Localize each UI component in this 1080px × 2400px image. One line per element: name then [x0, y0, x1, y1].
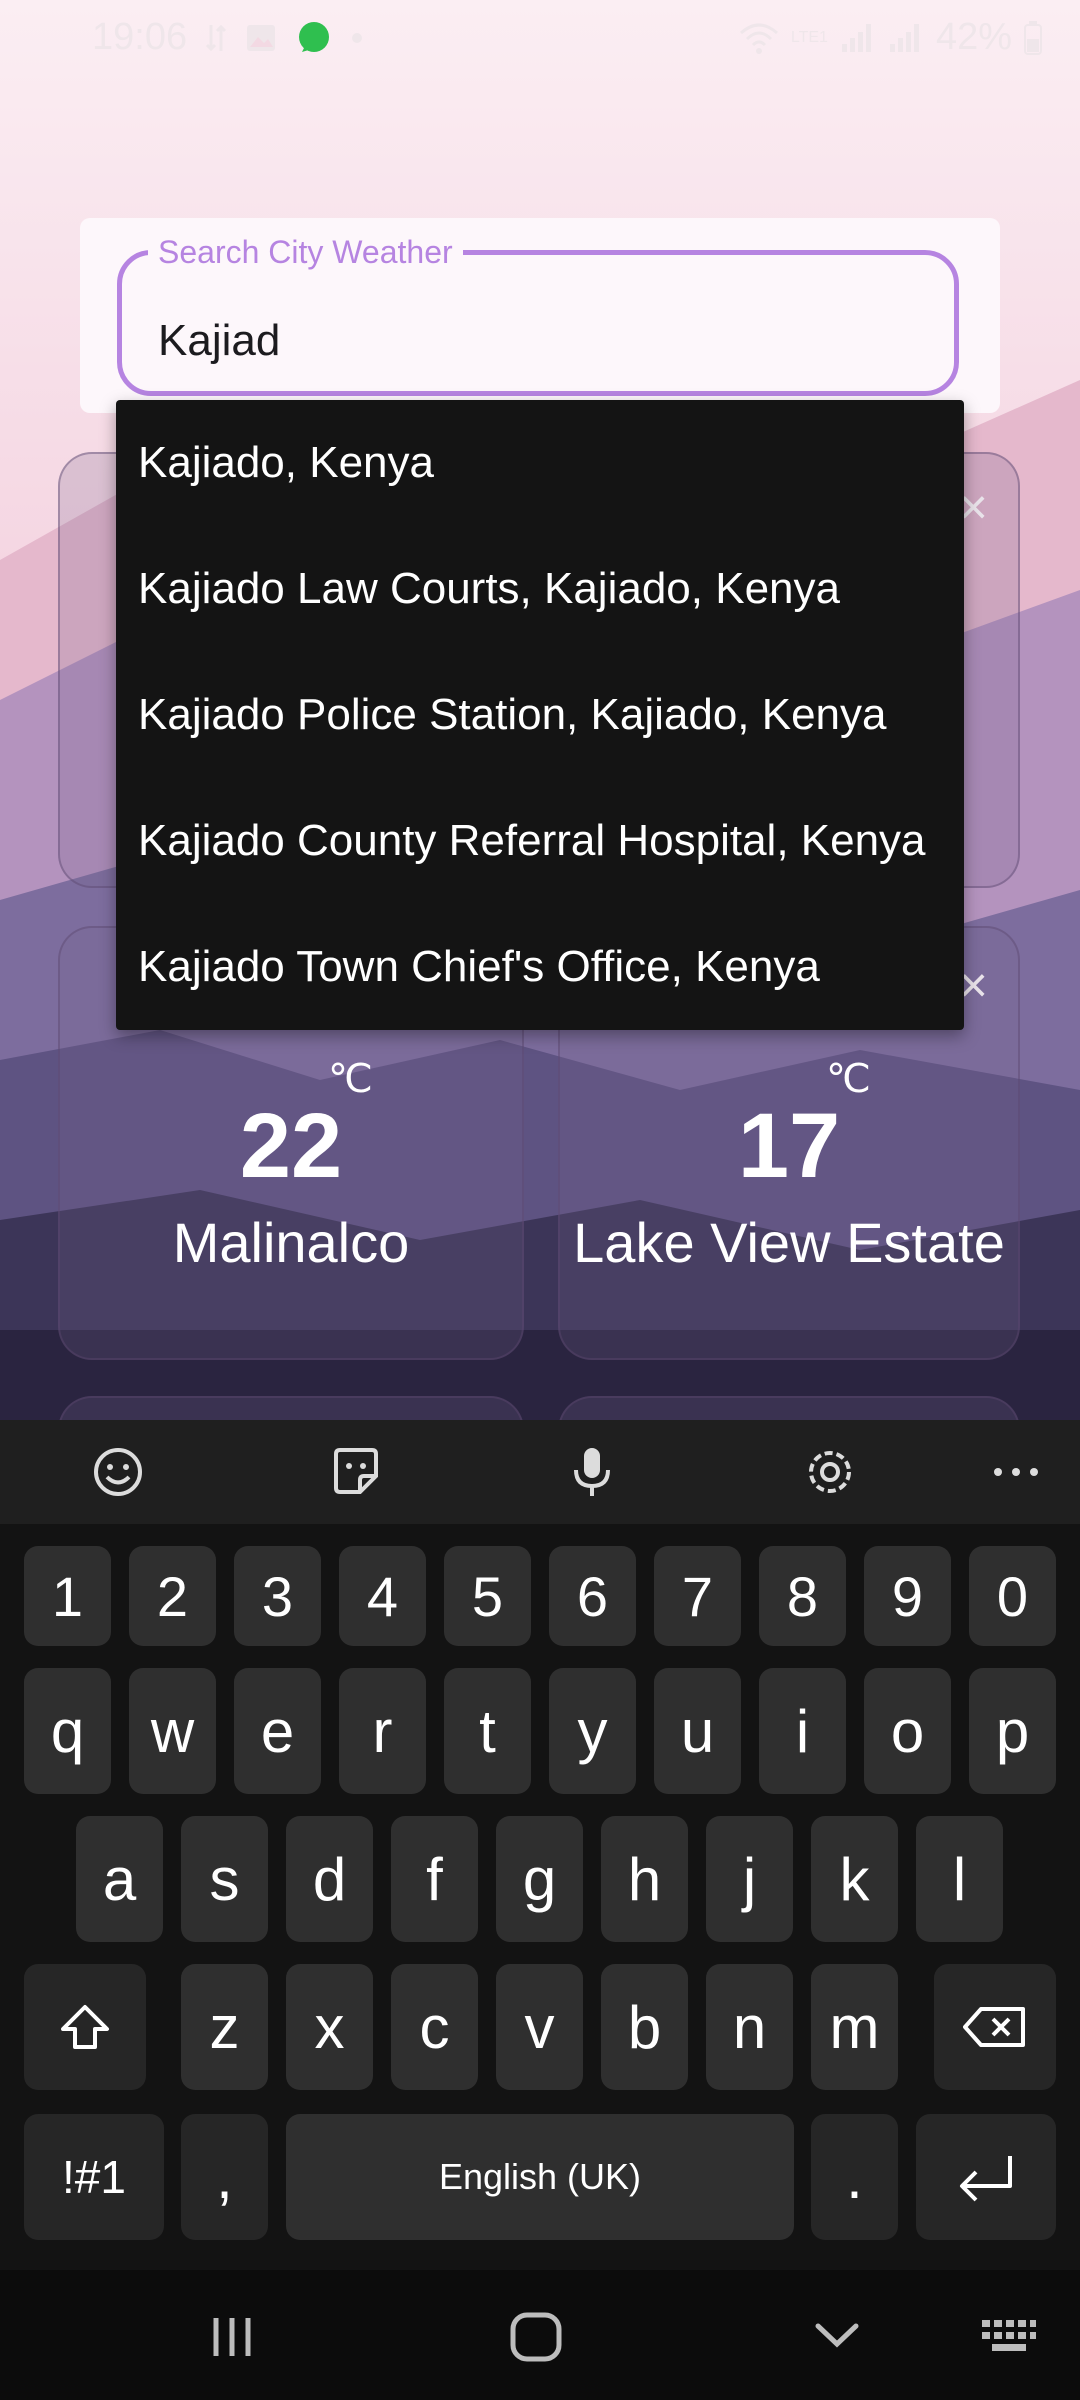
recent-apps-icon[interactable]: [208, 2314, 258, 2360]
key-9[interactable]: 9: [864, 1546, 951, 1646]
key-t[interactable]: t: [444, 1668, 531, 1794]
sticker-icon[interactable]: [326, 1442, 386, 1502]
backspace-icon: [963, 2007, 1025, 2047]
suggestions-dropdown: Kajiado, Kenya Kajiado Law Courts, Kajia…: [116, 400, 964, 1030]
symbols-key[interactable]: !#1: [24, 2114, 164, 2240]
suggestion-item[interactable]: Kajiado, Kenya: [138, 400, 958, 526]
key-i[interactable]: i: [759, 1668, 846, 1794]
comma-key[interactable]: ,: [181, 2114, 268, 2240]
key-j[interactable]: j: [706, 1816, 793, 1942]
key-x[interactable]: x: [286, 1964, 373, 2090]
suggestion-item[interactable]: Kajiado Police Station, Kajiado, Kenya: [138, 652, 958, 778]
key-m[interactable]: m: [811, 1964, 898, 2090]
settings-icon[interactable]: [800, 1442, 860, 1502]
key-l[interactable]: l: [916, 1816, 1003, 1942]
key-8[interactable]: 8: [759, 1546, 846, 1646]
more-options-icon[interactable]: [986, 1442, 1046, 1502]
key-w[interactable]: w: [129, 1668, 216, 1794]
key-z[interactable]: z: [181, 1964, 268, 2090]
shift-key[interactable]: [24, 1964, 146, 2090]
messages-icon: [299, 22, 329, 52]
emoji-icon[interactable]: [88, 1442, 148, 1502]
backspace-key[interactable]: [934, 1964, 1056, 2090]
key-2[interactable]: 2: [129, 1546, 216, 1646]
battery-icon: [1024, 20, 1042, 55]
key-r[interactable]: r: [339, 1668, 426, 1794]
key-f[interactable]: f: [391, 1816, 478, 1942]
key-5[interactable]: 5: [444, 1546, 531, 1646]
key-4[interactable]: 4: [339, 1546, 426, 1646]
key-1[interactable]: 1: [24, 1546, 111, 1646]
key-b[interactable]: b: [601, 1964, 688, 2090]
navigation-bar: [0, 2270, 1080, 2400]
city-name: Lake View Estate: [573, 1211, 1005, 1274]
suggestion-item[interactable]: Kajiado Town Chief's Office, Kenya: [138, 904, 958, 1030]
suggestion-item[interactable]: Kajiado Law Courts, Kajiado, Kenya: [138, 526, 958, 652]
home-icon[interactable]: [508, 2310, 564, 2364]
system-icons: LTE1 42%: [739, 16, 1042, 59]
key-o[interactable]: o: [864, 1668, 951, 1794]
key-g[interactable]: g: [496, 1816, 583, 1942]
key-a[interactable]: a: [76, 1816, 163, 1942]
key-k[interactable]: k: [811, 1816, 898, 1942]
key-d[interactable]: d: [286, 1816, 373, 1942]
enter-icon: [960, 2156, 1012, 2202]
gallery-icon: [247, 25, 275, 51]
key-y[interactable]: y: [549, 1668, 636, 1794]
enter-key[interactable]: [916, 2114, 1056, 2240]
search-input-value[interactable]: Kajiad: [158, 316, 280, 366]
key-3[interactable]: 3: [234, 1546, 321, 1646]
battery-level: 42%: [935, 16, 1012, 58]
key-n[interactable]: n: [706, 1964, 793, 2090]
dot-icon: [352, 33, 362, 43]
wifi-icon: [739, 23, 778, 54]
status-bar: 19:06 LTE1 42%: [0, 0, 1080, 80]
key-s[interactable]: s: [181, 1816, 268, 1942]
key-v[interactable]: v: [496, 1964, 583, 2090]
temperature-value: 22: [239, 1095, 343, 1197]
signal-icon: [841, 23, 871, 52]
key-h[interactable]: h: [601, 1816, 688, 1942]
search-label: Search City Weather: [148, 232, 463, 272]
key-c[interactable]: c: [391, 1964, 478, 2090]
data-transfer-icon: [205, 24, 227, 52]
status-time: 19:06: [92, 16, 188, 58]
keyboard-switch-icon[interactable]: [980, 2316, 1038, 2356]
shift-icon: [61, 2005, 109, 2049]
space-key[interactable]: English (UK): [286, 2114, 794, 2240]
key-e[interactable]: e: [234, 1668, 321, 1794]
key-u[interactable]: u: [654, 1668, 741, 1794]
keyboard: 1 2 3 4 5 6 7 8 9 0 q w e r t y u i o p …: [0, 1420, 1080, 2400]
city-name: Malinalco: [172, 1211, 410, 1274]
key-p[interactable]: p: [969, 1668, 1056, 1794]
notification-icons: [205, 20, 363, 56]
signal-icon-2: [889, 23, 919, 52]
network-type: LTE1: [790, 28, 828, 46]
suggestion-item[interactable]: Kajiado County Referral Hospital, Kenya: [138, 778, 958, 904]
key-0[interactable]: 0: [969, 1546, 1056, 1646]
key-6[interactable]: 6: [549, 1546, 636, 1646]
key-7[interactable]: 7: [654, 1546, 741, 1646]
back-chevron-icon[interactable]: [812, 2318, 862, 2354]
temperature-value: 17: [737, 1095, 841, 1197]
microphone-icon[interactable]: [562, 1442, 622, 1502]
period-key[interactable]: .: [811, 2114, 898, 2240]
key-q[interactable]: q: [24, 1668, 111, 1794]
keyboard-toolbar: [0, 1420, 1080, 1524]
